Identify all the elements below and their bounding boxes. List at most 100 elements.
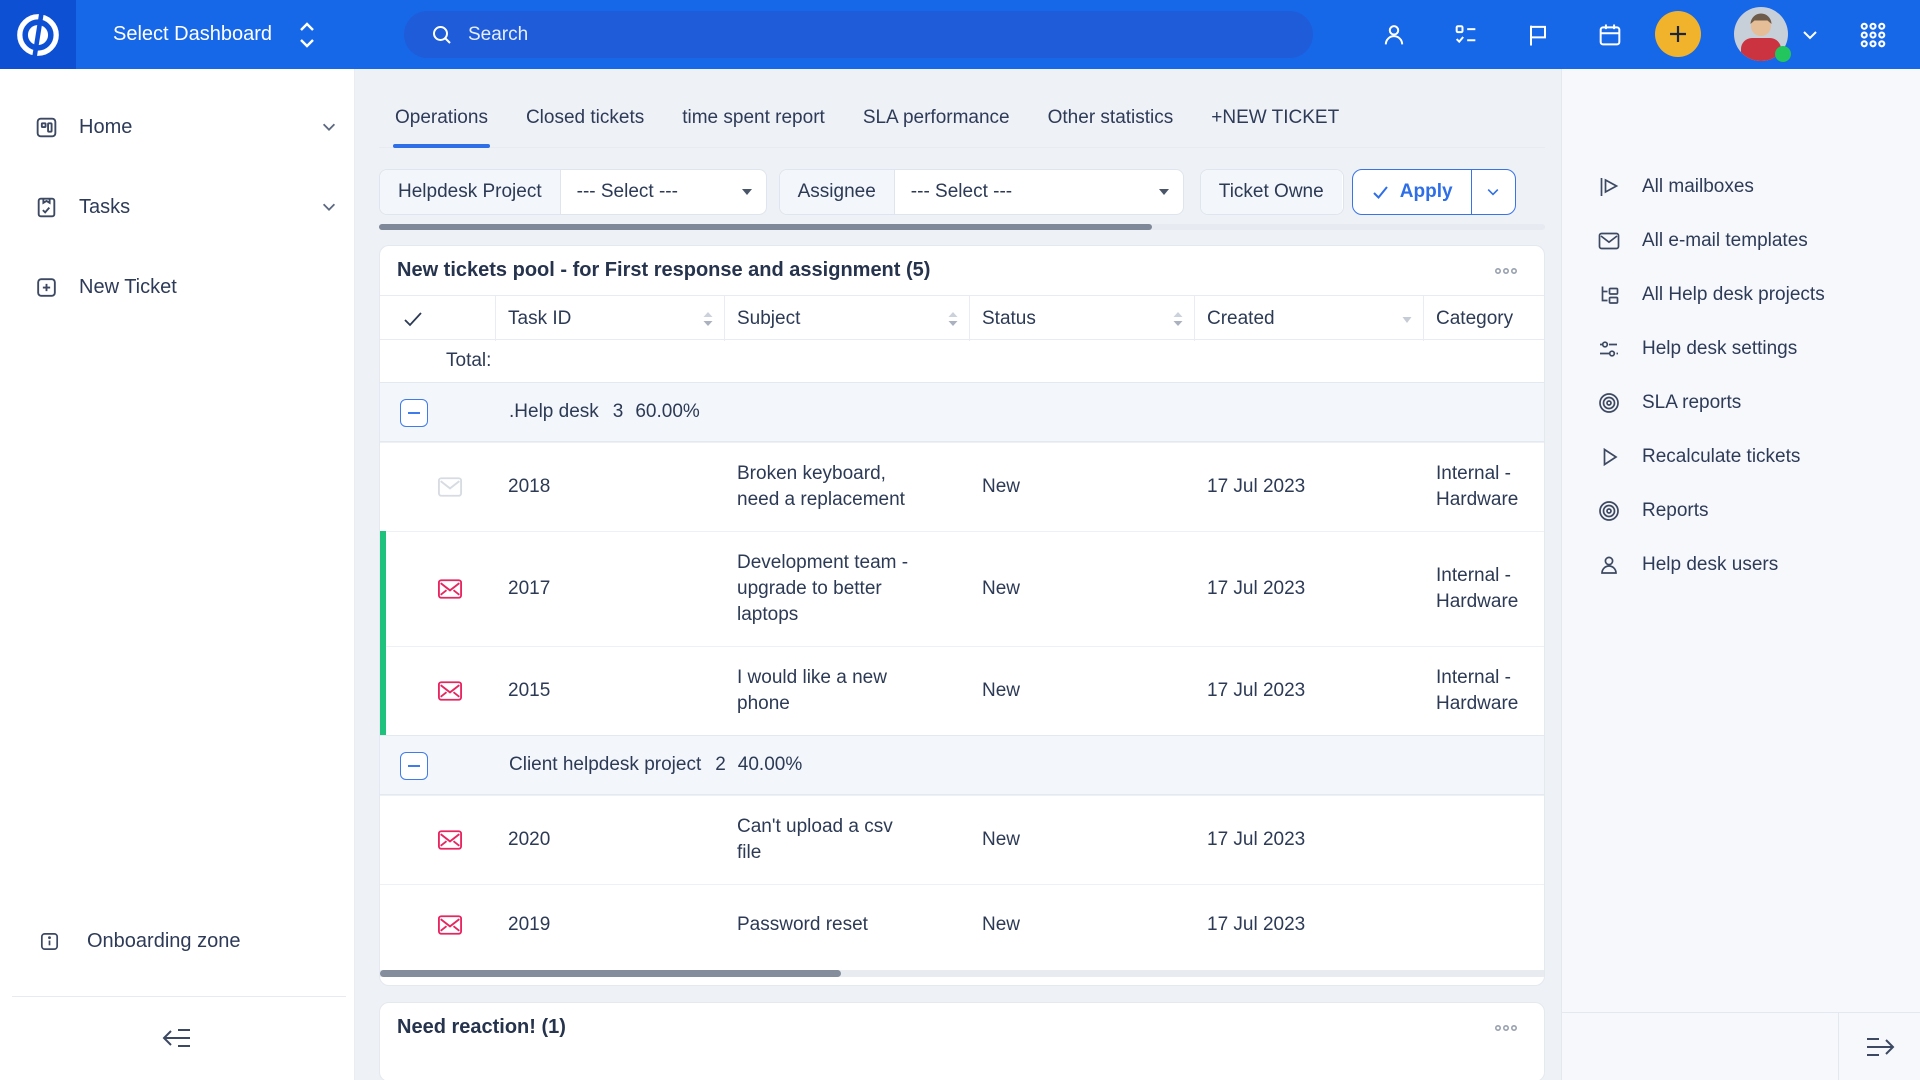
column-label: Subject <box>737 308 800 330</box>
group-name: .Help desk <box>509 401 599 423</box>
expand-right-icon <box>1863 1034 1897 1060</box>
card-title: Need reaction! (1) <box>397 1016 566 1039</box>
tab-closed-tickets[interactable]: Closed tickets <box>526 107 644 129</box>
caret-down-icon <box>1159 189 1169 195</box>
status-cell: New <box>970 660 1195 722</box>
created-cell: 17 Jul 2023 <box>1195 558 1424 620</box>
panel-item-reports[interactable]: Reports <box>1562 484 1920 538</box>
contacts-button[interactable] <box>1380 0 1408 69</box>
ticket-row[interactable]: 2017 Development team - upgrade to bette… <box>380 531 1544 646</box>
assignee-filter: Assignee --- Select --- <box>779 169 1184 215</box>
panel-item-all-email-templates[interactable]: All e-mail templates <box>1562 214 1920 268</box>
chevron-up-down-icon <box>296 20 318 50</box>
group-percent: 60.00% <box>635 401 699 423</box>
task-id-cell: 2017 <box>496 558 725 620</box>
column-header-status[interactable]: Status <box>970 296 1195 341</box>
tab-operations[interactable]: Operations <box>395 107 488 129</box>
apply-split-button: Apply <box>1352 169 1516 215</box>
collapse-group-button[interactable] <box>400 399 428 427</box>
column-header-task-id[interactable]: Task ID <box>496 296 725 341</box>
ticket-row[interactable]: 2018 Broken keyboard, need a replacement… <box>380 442 1544 531</box>
helpdesk-project-select[interactable]: --- Select --- <box>561 170 766 214</box>
checklist-icon <box>1452 21 1480 49</box>
read-mail-icon <box>436 473 464 501</box>
task-id-cell: 2015 <box>496 660 725 722</box>
total-row: Total: <box>380 340 1544 382</box>
person-icon <box>1597 553 1621 577</box>
column-label: Task ID <box>508 308 571 330</box>
sidebar-item-home[interactable]: Home <box>0 87 354 167</box>
group-row-help-desk: .Help desk 3 60.00% <box>380 382 1544 442</box>
collapse-sidebar-button[interactable] <box>0 996 354 1080</box>
global-search <box>404 11 1313 58</box>
horizontal-scrollbar[interactable] <box>379 224 1545 230</box>
ticket-row[interactable]: 2020 Can't upload a csv file New 17 Jul … <box>380 795 1544 884</box>
subject-cell: Broken keyboard, need a replacement <box>725 443 970 531</box>
apply-options-button[interactable] <box>1471 170 1515 214</box>
user-avatar[interactable] <box>1734 7 1788 61</box>
tab-other-statistics[interactable]: Other statistics <box>1048 107 1174 129</box>
sidebar-item-tasks[interactable]: Tasks <box>0 167 354 247</box>
apps-grid-button[interactable] <box>1858 0 1888 69</box>
flagged-button[interactable] <box>1524 0 1552 69</box>
status-cell: New <box>970 558 1195 620</box>
group-row-client-helpdesk: Client helpdesk project 2 40.00% <box>380 735 1544 795</box>
card-menu-dots[interactable] <box>1494 267 1518 275</box>
tasks-button[interactable] <box>1452 0 1480 69</box>
assignee-select[interactable]: --- Select --- <box>895 170 1183 214</box>
tab-new-ticket[interactable]: +NEW TICKET <box>1211 107 1339 129</box>
calendar-button[interactable] <box>1596 0 1624 69</box>
sidebar-item-new-ticket[interactable]: New Ticket <box>0 247 354 327</box>
column-header-subject[interactable]: Subject <box>725 296 970 341</box>
check-icon <box>1371 183 1390 202</box>
group-name: Client helpdesk project <box>509 754 701 776</box>
panel-item-all-mailboxes[interactable]: All mailboxes <box>1562 160 1920 214</box>
expand-panel-button[interactable] <box>1839 1013 1920 1080</box>
category-cell: Internal - Hardware <box>1424 443 1544 531</box>
panel-item-label: SLA reports <box>1642 392 1741 414</box>
tab-sla-performance[interactable]: SLA performance <box>863 107 1010 129</box>
create-new-button[interactable] <box>1655 11 1701 57</box>
sort-desc-icon <box>1401 314 1413 324</box>
select-value: --- Select --- <box>911 181 1012 203</box>
status-cell: New <box>970 894 1195 956</box>
ticket-owner-filter: Ticket Owne <box>1200 169 1344 215</box>
ticket-row[interactable]: 2015 I would like a new phone New 17 Jul… <box>380 646 1544 735</box>
panel-bottom-spacer <box>1562 1013 1839 1080</box>
select-all-header[interactable] <box>380 296 496 341</box>
ticket-row[interactable]: 2019 Password reset New 17 Jul 2023 <box>380 884 1544 964</box>
filter-label: Helpdesk Project <box>380 170 561 214</box>
column-header-category[interactable]: Category <box>1424 296 1544 341</box>
sidebar-item-onboarding-zone[interactable]: Onboarding zone <box>0 911 354 971</box>
online-status-dot <box>1775 46 1791 62</box>
left-sidebar: Home Tasks New Ticket <box>0 69 355 1080</box>
search-input[interactable] <box>468 24 1168 46</box>
panel-item-help-desk-users[interactable]: Help desk users <box>1562 538 1920 592</box>
calendar-icon <box>1596 21 1624 49</box>
category-cell <box>1424 894 1544 956</box>
panel-item-sla-reports[interactable]: SLA reports <box>1562 376 1920 430</box>
search-icon <box>430 23 454 47</box>
tab-time-spent-report[interactable]: time spent report <box>682 107 825 129</box>
card-menu-dots[interactable] <box>1494 1024 1518 1032</box>
column-header-created[interactable]: Created <box>1195 296 1424 341</box>
panel-item-recalculate-tickets[interactable]: Recalculate tickets <box>1562 430 1920 484</box>
app-logo[interactable] <box>0 0 76 69</box>
collapse-group-button[interactable] <box>400 752 428 780</box>
sort-icon <box>947 311 959 327</box>
table-horizontal-scrollbar[interactable] <box>380 970 1545 977</box>
play-icon <box>1597 445 1621 469</box>
person-icon <box>1380 21 1408 49</box>
dashboard-selector[interactable]: Select Dashboard <box>113 0 318 69</box>
apply-button[interactable]: Apply <box>1353 170 1471 214</box>
envelope-icon <box>1597 229 1621 253</box>
dashboard-tabs: Operations Closed tickets time spent rep… <box>379 69 1545 148</box>
category-cell: Internal - Hardware <box>1424 647 1544 735</box>
avatar-menu-chevron[interactable] <box>1800 0 1820 69</box>
panel-item-label: All mailboxes <box>1642 176 1754 198</box>
panel-item-all-help-desk-projects[interactable]: All Help desk projects <box>1562 268 1920 322</box>
panel-item-help-desk-settings[interactable]: Help desk settings <box>1562 322 1920 376</box>
task-id-cell: 2018 <box>496 456 725 518</box>
subject-cell: Password reset <box>725 894 970 956</box>
onboarding-label: Onboarding zone <box>87 930 240 953</box>
